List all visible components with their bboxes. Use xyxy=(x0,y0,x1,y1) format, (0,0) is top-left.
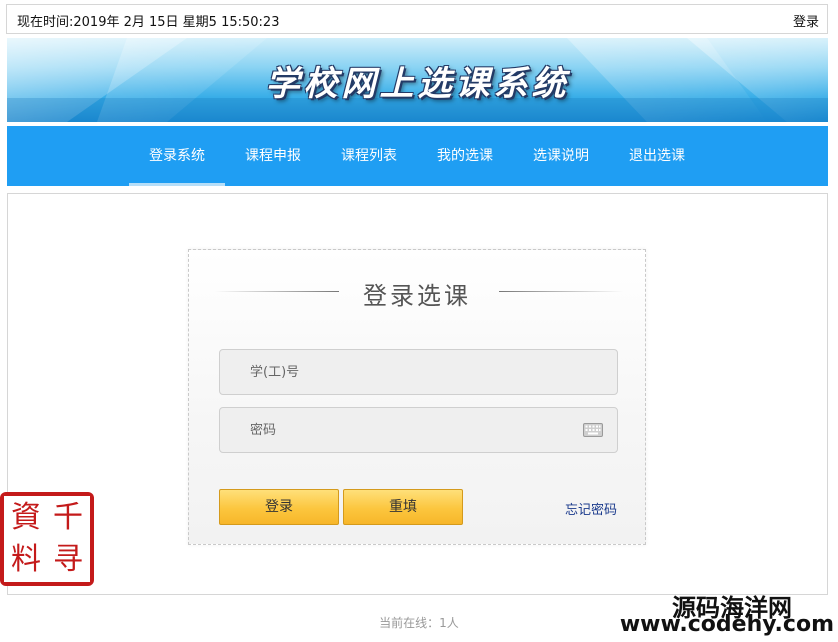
login-button[interactable]: 登录 xyxy=(219,489,339,525)
nav-item-course-list[interactable]: 课程列表 xyxy=(321,126,417,186)
password-field-wrapper xyxy=(219,407,618,453)
heading-divider-right xyxy=(499,291,623,292)
header-banner: 学校网上选课系统 xyxy=(7,38,828,122)
nav-item-instructions[interactable]: 选课说明 xyxy=(513,126,609,186)
nav-item-course-apply[interactable]: 课程申报 xyxy=(225,126,321,186)
username-input[interactable] xyxy=(220,350,617,394)
seal-char: 寻 xyxy=(53,542,83,577)
nav-item-login-system[interactable]: 登录系统 xyxy=(129,126,225,186)
login-heading: 登录选课 xyxy=(363,282,471,310)
seal-char: 料 xyxy=(11,542,41,577)
current-time-label: 现在时间:2019年 2月 15日 星期5 15:50:23 xyxy=(17,15,280,30)
watermark-site-url: www.codehy.com xyxy=(619,612,834,637)
top-status-bar: 现在时间:2019年 2月 15日 星期5 15:50:23 登录 xyxy=(6,4,828,34)
main-navbar: 登录系统 课程申报 课程列表 我的选课 选课说明 退出选课 xyxy=(7,126,828,186)
seal-stamp: 千 資 寻 料 xyxy=(0,492,94,586)
password-input[interactable] xyxy=(220,408,617,452)
seal-char: 資 xyxy=(11,500,41,535)
site-title: 学校网上选课系统 xyxy=(265,64,570,104)
forgot-password-link[interactable]: 忘记密码 xyxy=(565,499,617,518)
username-field-wrapper xyxy=(219,349,618,395)
nav-item-exit[interactable]: 退出选课 xyxy=(609,126,705,186)
seal-char: 千 xyxy=(53,500,83,535)
reset-button[interactable]: 重填 xyxy=(343,489,463,525)
nav-item-my-courses[interactable]: 我的选课 xyxy=(417,126,513,186)
login-panel: 登录选课 登录 重填 忘记密码 xyxy=(188,249,646,545)
keyboard-icon[interactable] xyxy=(583,423,603,437)
seal-inner: 千 資 寻 料 xyxy=(4,496,90,582)
top-login-link[interactable]: 登录 xyxy=(793,11,819,30)
